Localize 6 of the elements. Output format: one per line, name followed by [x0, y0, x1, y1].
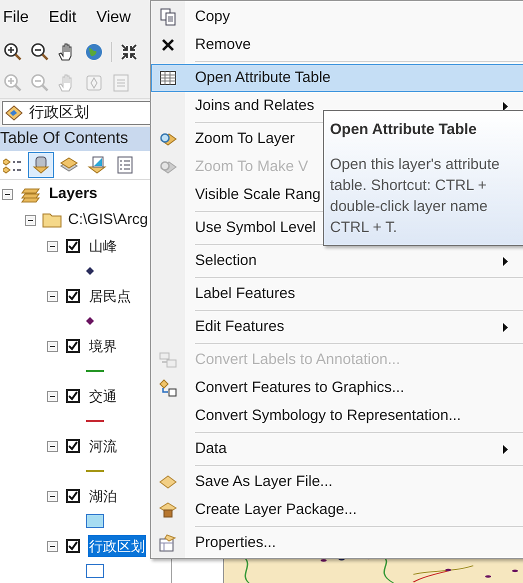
tooltip-text: double-click layer name	[330, 196, 489, 216]
tooltip-text: Open this layer's attribute	[330, 154, 501, 174]
panel-title: Table Of Contents	[0, 128, 128, 149]
tooltip-text: table. Shortcut: CTRL +	[330, 176, 488, 196]
tooltip-text: CTRL + T.	[330, 218, 398, 238]
tooltip-title: Open Attribute Table	[330, 120, 478, 140]
